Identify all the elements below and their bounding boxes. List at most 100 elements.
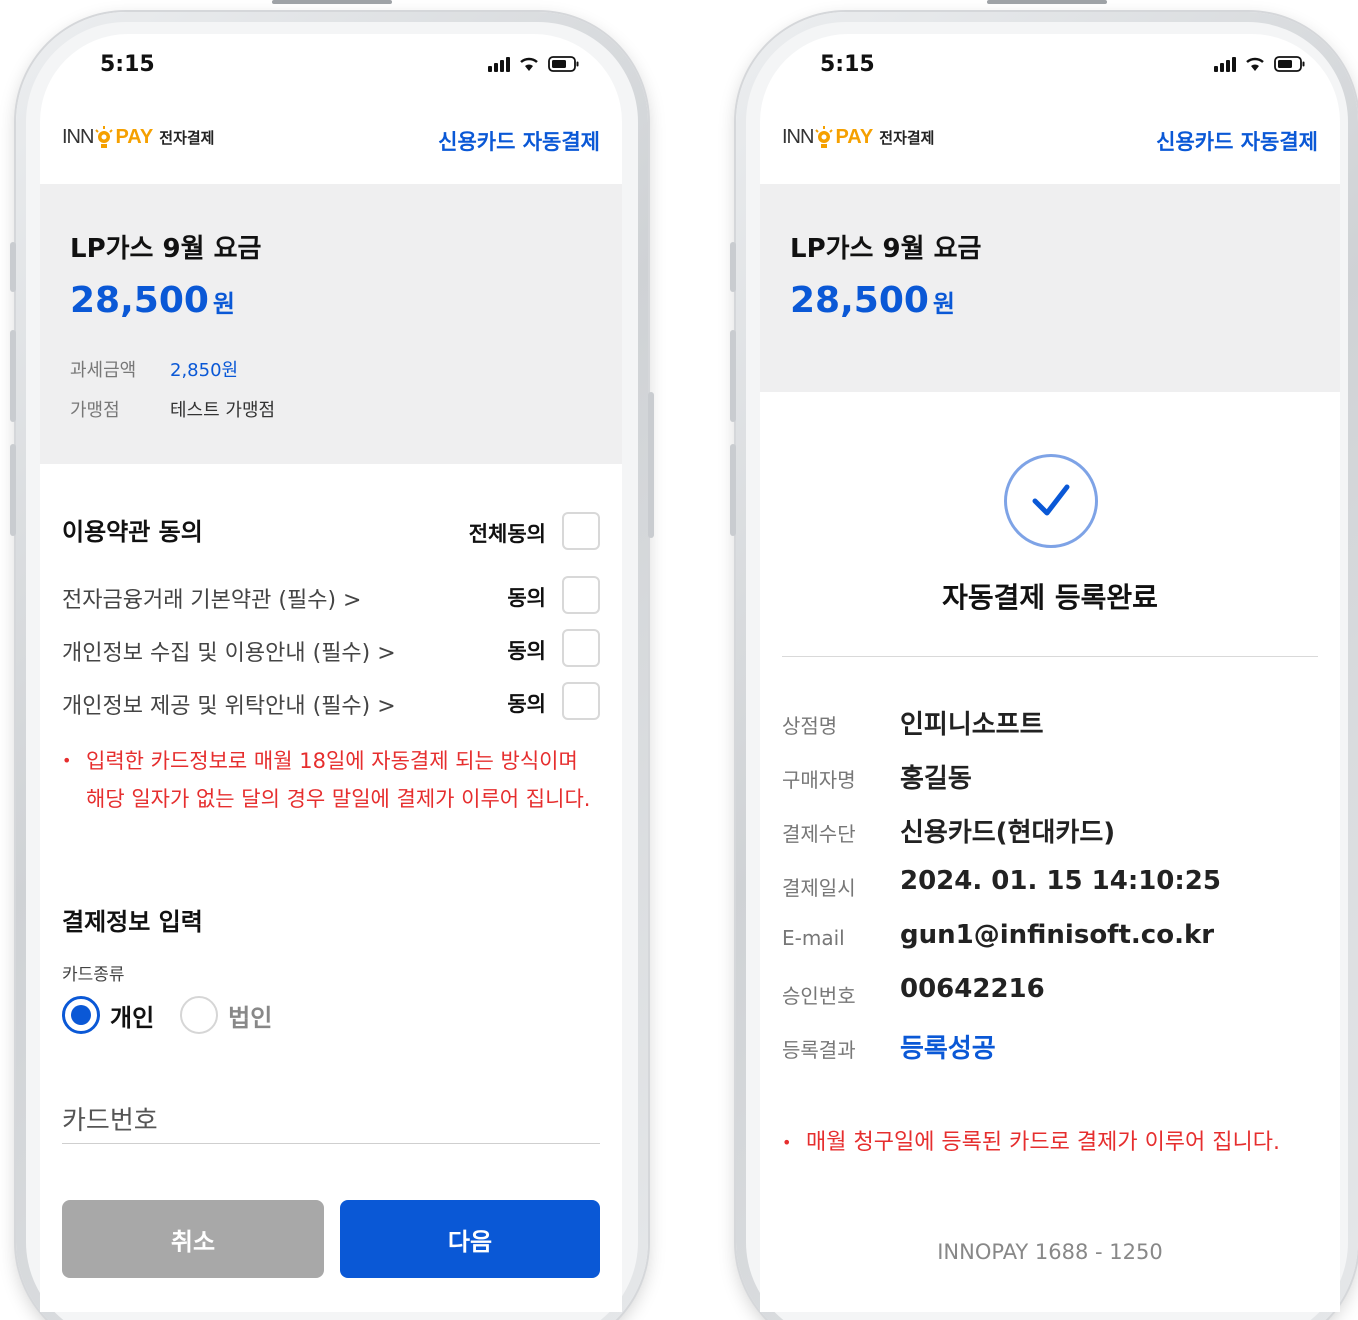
- speaker-notch: [987, 0, 1107, 4]
- status-time: 5:15: [820, 52, 875, 77]
- info-row-method: 결제수단 신용카드(현대카드): [782, 812, 1318, 852]
- radio-corporate[interactable]: [180, 996, 219, 1034]
- terms-agree-label-2: 동의: [507, 639, 546, 663]
- info-key: 상점명: [782, 714, 838, 738]
- info-row-datetime: 결제일시 2024. 01. 15 14:10:25: [782, 866, 1318, 906]
- merchant-label: 가맹점: [70, 400, 120, 421]
- payment-complete-screen: 5:15 INN PAY 전자결제 신용카드 자동결제 LP가스 9월 요금 2…: [760, 34, 1340, 1312]
- terms-agree-label-3: 동의: [507, 692, 546, 716]
- info-value: 인피니소프트: [900, 710, 1044, 740]
- terms-label-2[interactable]: 개인정보 수집 및 이용안내 (필수) >: [62, 635, 396, 667]
- info-row-result: 등록결과 등록성공: [782, 1028, 1318, 1068]
- payment-form-screen: 5:15 INN PAY 전자결제 신용카드 자동결제 LP가스 9월 요금 2…: [40, 34, 622, 1312]
- terms-agree-label-1: 동의: [507, 586, 546, 610]
- tax-value: 2,850원: [170, 360, 239, 381]
- mute-switch: [10, 242, 16, 292]
- info-key: 결제일시: [782, 876, 856, 900]
- logo-subtitle: 전자결제: [159, 128, 215, 147]
- wifi-icon: [520, 57, 538, 71]
- info-key: E-mail: [782, 926, 845, 950]
- info-row-buyer: 구매자명 홍길동: [782, 758, 1318, 798]
- status-icons: [1214, 56, 1306, 72]
- amount-value: 28,500: [70, 280, 209, 321]
- bulb-logo-icon: [815, 126, 834, 148]
- info-value: 홍길동: [900, 764, 972, 794]
- agree-all-row[interactable]: 전체동의: [420, 512, 600, 552]
- notice-text: 입력한 카드정보로 매월 18일에 자동결제 되는 방식이며 해당 일자가 없는…: [86, 749, 591, 811]
- info-key: 등록결과: [782, 1038, 856, 1062]
- check-icon: [1032, 484, 1070, 516]
- battery-icon: [548, 56, 579, 72]
- success-check-badge: [1004, 454, 1098, 548]
- tax-row: 과세금액 2,850원: [70, 356, 238, 382]
- notice-text: 매월 청구일에 등록된 카드로 결제가 이루어 집니다.: [806, 1130, 1280, 1155]
- terms-row-3[interactable]: 개인정보 제공 및 위탁안내 (필수) > 동의: [62, 682, 600, 722]
- info-value: 00642216: [900, 974, 1045, 1004]
- terms-row-2[interactable]: 개인정보 수집 및 이용안내 (필수) > 동의: [62, 629, 600, 669]
- volume-down-button: [730, 444, 736, 536]
- completion-title: 자동결제 등록완료: [942, 581, 1158, 614]
- agree-all-label: 전체동의: [468, 522, 546, 546]
- next-button[interactable]: 다음: [340, 1200, 600, 1278]
- auto-payment-notice: • 입력한 카드정보로 매월 18일에 자동결제 되는 방식이며 해당 일자가 …: [62, 742, 600, 818]
- terms-checkbox-3[interactable]: [562, 682, 600, 720]
- info-value-result: 등록성공: [900, 1034, 996, 1064]
- logo-pay: PAY: [835, 125, 874, 148]
- mute-switch: [730, 242, 736, 292]
- terms-checkbox-1[interactable]: [562, 576, 600, 614]
- radio-corporate-label[interactable]: 법인: [228, 998, 272, 1033]
- merchant-row: 가맹점 테스트 가맹점: [70, 396, 275, 422]
- info-key: 승인번호: [782, 984, 856, 1008]
- status-bar: 5:15: [40, 52, 622, 88]
- speaker-notch: [272, 0, 392, 4]
- amount-value: 28,500: [790, 280, 929, 321]
- amount-currency: 원: [932, 290, 956, 318]
- power-button: [648, 392, 654, 538]
- status-bar: 5:15: [760, 52, 1340, 88]
- order-summary: LP가스 9월 요금 28,500 원 과세금액 2,850원 가맹점 테스트 가맹점: [40, 184, 622, 464]
- info-row-email: E-mail gun1@infinisoft.co.kr: [782, 920, 1318, 960]
- auto-payment-link[interactable]: 신용카드 자동결제: [1156, 126, 1318, 156]
- status-time: 5:15: [100, 52, 155, 77]
- order-title: LP가스 9월 요금: [70, 234, 262, 264]
- volume-down-button: [10, 444, 16, 536]
- radio-personal-label[interactable]: 개인: [110, 998, 154, 1033]
- wifi-icon: [1246, 57, 1264, 71]
- support-phone[interactable]: INNOPAY 1688 - 1250: [760, 1240, 1340, 1264]
- terms-title: 이용약관 동의: [62, 518, 203, 546]
- info-value: gun1@infinisoft.co.kr: [900, 920, 1215, 950]
- cancel-button[interactable]: 취소: [62, 1200, 324, 1278]
- logo-inn: INN: [782, 125, 814, 148]
- order-amount: 28,500 원: [70, 280, 235, 321]
- order-summary: LP가스 9월 요금 28,500 원: [760, 184, 1340, 392]
- terms-label-3[interactable]: 개인정보 제공 및 위탁안내 (필수) >: [62, 688, 396, 720]
- payment-info-title: 결제정보 입력: [62, 908, 203, 936]
- info-value: 2024. 01. 15 14:10:25: [900, 866, 1221, 896]
- logo-pay: PAY: [115, 125, 154, 148]
- terms-label-1[interactable]: 전자금융거래 기본약관 (필수) >: [62, 582, 361, 614]
- order-amount: 28,500 원: [790, 280, 955, 321]
- info-value: 신용카드(현대카드): [900, 818, 1116, 848]
- order-title: LP가스 9월 요금: [790, 234, 982, 264]
- billing-notice: • 매월 청구일에 등록된 카드로 결제가 이루어 집니다.: [782, 1124, 1318, 1162]
- terms-row-1[interactable]: 전자금융거래 기본약관 (필수) > 동의: [62, 576, 600, 616]
- logo-subtitle: 전자결제: [879, 128, 935, 147]
- amount-currency: 원: [212, 290, 236, 318]
- card-number-input[interactable]: 카드번호: [62, 1094, 600, 1144]
- battery-icon: [1274, 56, 1305, 72]
- bullet-dot: •: [62, 751, 72, 770]
- bulb-logo-icon: [95, 126, 114, 148]
- innopay-logo: INN PAY 전자결제: [782, 124, 934, 150]
- radio-personal[interactable]: [62, 996, 100, 1034]
- info-key: 결제수단: [782, 822, 856, 846]
- signal-icon: [488, 56, 510, 72]
- logo-inn: INN: [62, 125, 94, 148]
- auto-payment-link[interactable]: 신용카드 자동결제: [438, 126, 600, 156]
- volume-up-button: [730, 330, 736, 422]
- card-type-label: 카드종류: [62, 965, 125, 985]
- tax-label: 과세금액: [70, 360, 137, 381]
- app-header: INN PAY 전자결제 신용카드 자동결제: [782, 120, 1318, 164]
- agree-all-checkbox[interactable]: [562, 512, 600, 550]
- terms-checkbox-2[interactable]: [562, 629, 600, 667]
- divider: [782, 656, 1318, 657]
